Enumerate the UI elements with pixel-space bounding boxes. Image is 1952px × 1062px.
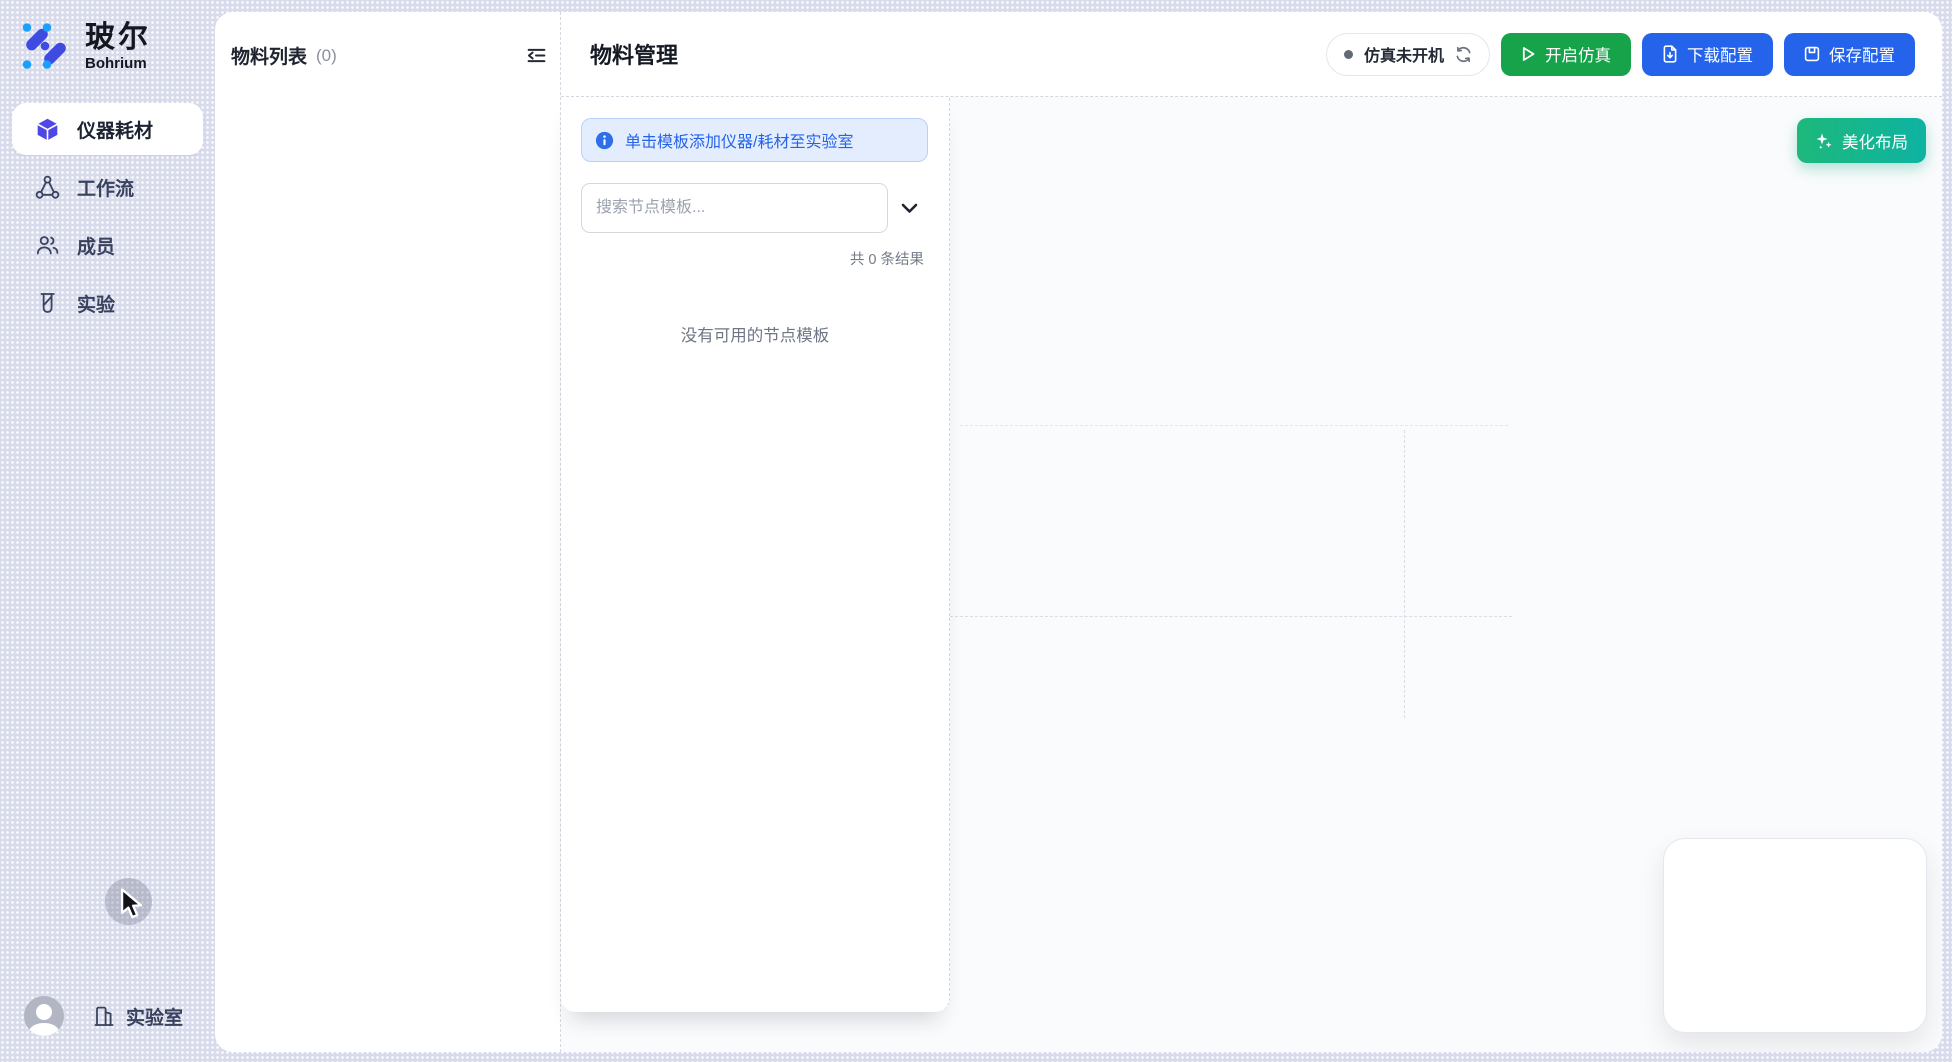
sidebar-item-experiments[interactable]: 实验 — [12, 277, 203, 329]
node-template-panel: 单击模板添加仪器/耗材至实验室 共 0 条结果 没有可用的节点模板 — [561, 97, 950, 1012]
cube-icon — [35, 117, 60, 142]
file-download-icon — [1662, 45, 1678, 63]
hint-banner: 单击模板添加仪器/耗材至实验室 — [581, 118, 928, 162]
panel-fold-icon[interactable] — [526, 45, 547, 66]
sidebar-item-workflow[interactable]: 工作流 — [12, 161, 203, 213]
canvas-guide-line — [960, 425, 1508, 426]
sidebar-item-label: 成员 — [77, 232, 115, 259]
content-card: 物料列表 (0) 物料管理 仿真未开机 — [215, 12, 1942, 1052]
status-label: 仿真未开机 — [1364, 42, 1444, 66]
bohrium-logo-icon — [20, 20, 72, 72]
experiment-icon — [35, 291, 60, 316]
minimap[interactable] — [1663, 838, 1927, 1033]
sidebar-item-instruments[interactable]: 仪器耗材 — [12, 103, 203, 155]
hint-text: 单击模板添加仪器/耗材至实验室 — [625, 128, 853, 152]
play-icon — [1521, 46, 1536, 62]
simulation-status-pill[interactable]: 仿真未开机 — [1326, 33, 1490, 76]
beautify-layout-button[interactable]: 美化布局 — [1797, 118, 1926, 163]
template-search-input[interactable] — [581, 183, 888, 233]
materials-count: (0) — [316, 46, 337, 66]
main-column: 物料管理 仿真未开机 — [561, 12, 1942, 1052]
brand-logo: 玻尔 Bohrium — [20, 20, 151, 72]
sidebar-footer: 实验室 — [24, 996, 183, 1036]
result-count: 共 0 条结果 — [561, 248, 924, 269]
empty-templates-text: 没有可用的节点模板 — [561, 322, 949, 346]
lab-switcher[interactable]: 实验室 — [92, 1003, 183, 1030]
info-icon — [595, 131, 614, 150]
canvas-guide-line — [950, 616, 1512, 617]
lab-label: 实验室 — [126, 1003, 183, 1030]
lab-icon — [92, 1004, 116, 1028]
cursor-icon — [119, 888, 147, 920]
chevron-down-icon[interactable] — [901, 203, 918, 214]
materials-title: 物料列表 — [231, 42, 307, 69]
sidebar-nav: 仪器耗材 工作流 成员 — [12, 103, 203, 329]
refresh-icon[interactable] — [1455, 46, 1472, 63]
workflow-icon — [35, 175, 60, 200]
sidebar-item-label: 实验 — [77, 290, 115, 317]
materials-panel: 物料列表 (0) — [215, 12, 561, 1052]
canvas-guide-line — [1404, 430, 1405, 718]
download-config-button[interactable]: 下载配置 — [1642, 33, 1773, 76]
save-icon — [1804, 46, 1820, 62]
user-avatar[interactable] — [24, 996, 64, 1036]
brand-name-zh: 玻尔 — [85, 21, 151, 54]
sidebar-item-label: 仪器耗材 — [77, 116, 153, 143]
page-title: 物料管理 — [590, 38, 678, 70]
sidebar-item-members[interactable]: 成员 — [12, 219, 203, 271]
brand-name-en: Bohrium — [85, 55, 151, 72]
sidebar-item-label: 工作流 — [77, 174, 134, 201]
sparkles-icon — [1815, 132, 1833, 150]
start-simulation-button[interactable]: 开启仿真 — [1501, 33, 1631, 76]
main-header: 物料管理 仿真未开机 — [561, 12, 1942, 97]
members-icon — [35, 233, 60, 258]
status-dot-icon — [1344, 50, 1353, 59]
save-config-button[interactable]: 保存配置 — [1784, 33, 1915, 76]
workflow-canvas[interactable]: 单击模板添加仪器/耗材至实验室 共 0 条结果 没有可用的节点模板 — [561, 97, 1942, 1052]
